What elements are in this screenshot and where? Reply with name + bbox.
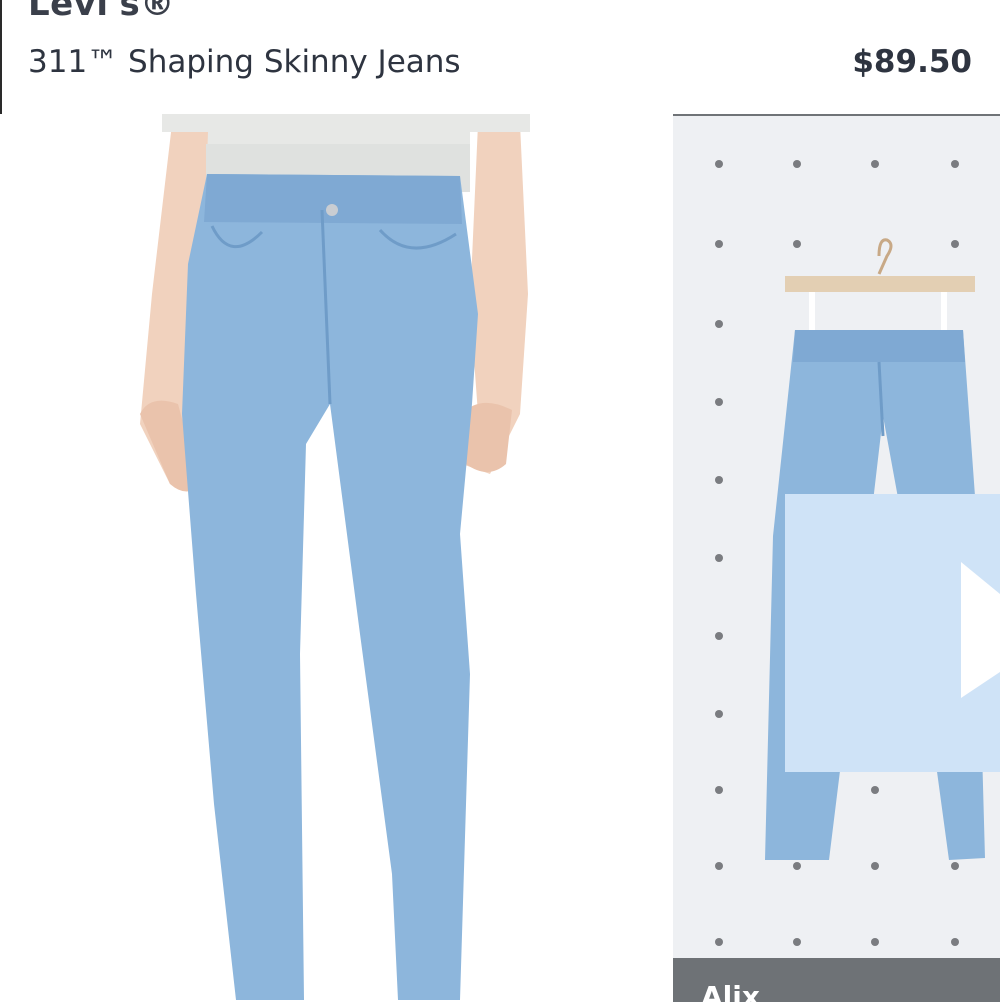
main-product-image[interactable]	[0, 114, 650, 1000]
jeans-shape	[182, 174, 478, 1000]
video-overlay[interactable]	[785, 494, 1000, 772]
brand-name[interactable]: Levi's®	[28, 0, 175, 24]
product-title: 311™ Shaping Skinny Jeans	[28, 44, 461, 80]
model-jeans-illustration	[140, 114, 530, 1000]
alt-caption-bar: Alix	[673, 958, 1000, 1002]
alt-product-video[interactable]: Alix	[673, 114, 1000, 1002]
hanger-icon	[785, 238, 975, 332]
product-price: $89.50	[852, 44, 972, 80]
play-icon	[961, 562, 1000, 698]
alt-caption-label: Alix	[701, 980, 760, 1002]
